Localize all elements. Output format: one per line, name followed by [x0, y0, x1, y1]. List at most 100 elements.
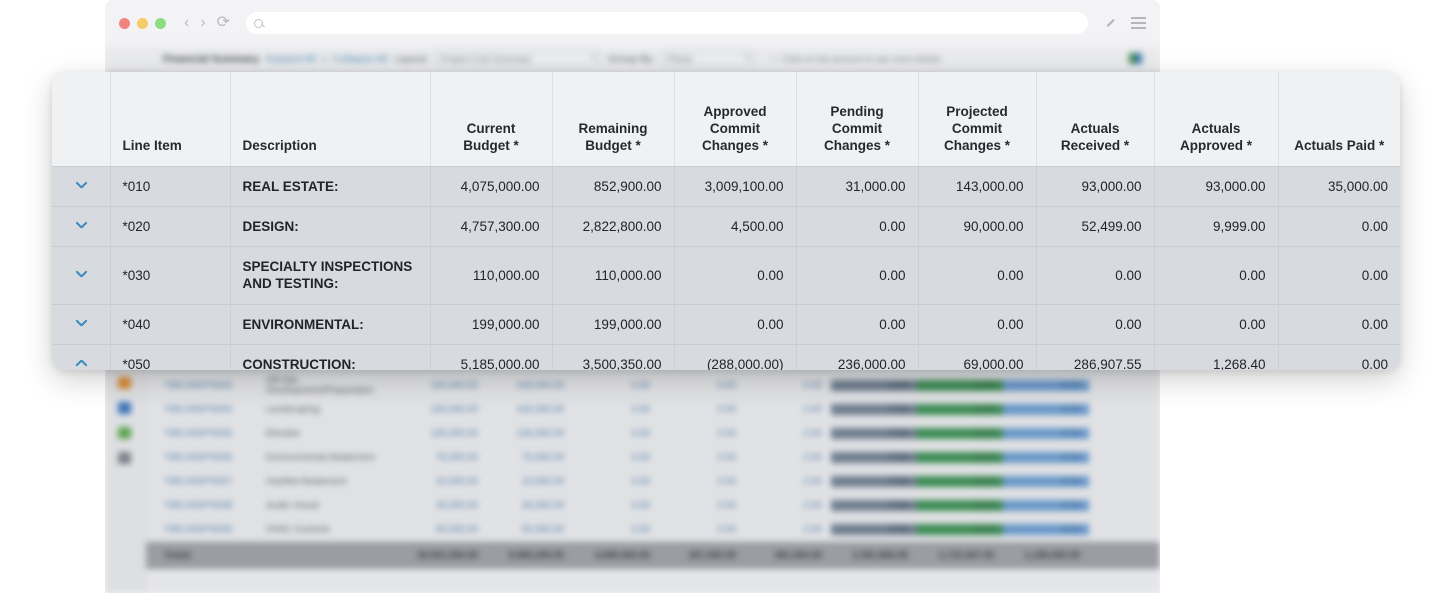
background-table-row: *050.0000*5007 HazMat Abatement 10,000.00 1… [146, 470, 1160, 494]
expand-all-link[interactable]: Expand All [266, 53, 316, 65]
cell-actuals-received[interactable]: 93,000.00 [1036, 166, 1155, 207]
table-row[interactable]: *010 REAL ESTATE: 4,075,000.00 852,900.00 3,… [52, 166, 1400, 207]
cell-approved-commit-changes[interactable]: 0.00 [674, 304, 797, 345]
layout-label: Layout: [394, 52, 429, 65]
row-expander-cell[interactable] [52, 304, 111, 345]
cell-pending-commit-changes[interactable]: 0.00 [796, 246, 919, 305]
cell-pending-commit-changes[interactable]: 0.00 [796, 206, 919, 248]
cell-current-budget[interactable]: 110,000.00 [430, 246, 553, 305]
column-header-approved-commit-changes[interactable]: Approved Commit Changes * [674, 72, 797, 167]
browser-chrome: ‹ › ⟳ [105, 0, 1160, 46]
cell-actuals-approved[interactable]: 93,000.00 [1154, 166, 1279, 207]
chevron-up-icon[interactable] [75, 357, 87, 369]
chevron-down-icon[interactable] [75, 317, 87, 329]
cell-actuals-approved[interactable]: 9,999.00 [1154, 206, 1279, 248]
cell-pending-commit-changes[interactable]: 236,000.00 [796, 344, 919, 370]
cell-current-budget[interactable]: 4,075,000.00 [430, 166, 553, 207]
chevron-down-icon[interactable] [75, 268, 87, 280]
sidebar-icon-2[interactable] [118, 377, 131, 389]
row-expander-cell[interactable] [52, 206, 111, 248]
background-totals-row: Totals 26,531,300.00 9,585,250.00 4,699,400… [146, 542, 1160, 569]
cell-projected-commit-changes[interactable]: 143,000.00 [918, 166, 1037, 207]
cell-actuals-received[interactable]: 0.00 [1036, 246, 1155, 305]
cell-projected-commit-changes[interactable]: 69,000.00 [918, 344, 1037, 370]
back-icon[interactable]: ‹ [184, 15, 189, 31]
column-header-actuals-received[interactable]: Actuals Received * [1036, 72, 1155, 167]
collapse-all-link[interactable]: Collapse All [333, 53, 388, 65]
row-expander-cell[interactable] [52, 166, 111, 207]
cell-description: SPECIALTY INSPECTIONS AND TESTING: [230, 246, 431, 305]
column-header-line-item[interactable]: Line Item [110, 72, 231, 167]
address-bar[interactable] [246, 12, 1088, 34]
table-row[interactable]: *050 CONSTRUCTION: 5,185,000.00 3,500,350.0… [52, 344, 1400, 370]
column-header-pending-commit-changes[interactable]: Pending Commit Changes * [796, 72, 919, 167]
background-table-row: *050.0000*5004 Landscaping 100,000.00 100,0… [146, 398, 1160, 422]
cell-actuals-paid[interactable]: 0.00 [1278, 206, 1400, 248]
sidebar-icon-3[interactable] [118, 402, 131, 414]
column-header-current-budget[interactable]: Current Budget * [430, 72, 553, 167]
cell-actuals-approved[interactable]: 0.00 [1154, 304, 1279, 345]
group-by-label: Group By: [607, 52, 656, 65]
maximize-window-icon[interactable] [155, 17, 166, 29]
cell-approved-commit-changes[interactable]: 0.00 [674, 246, 797, 305]
sidebar-icon-4[interactable] [118, 427, 131, 439]
export-excel-icon[interactable] [1129, 53, 1142, 64]
cell-actuals-received[interactable]: 52,499.00 [1036, 206, 1155, 248]
cell-remaining-budget[interactable]: 199,000.00 [552, 304, 675, 345]
cell-projected-commit-changes[interactable]: 90,000.00 [918, 206, 1037, 248]
table-row[interactable]: *020 DESIGN: 4,757,300.00 2,822,800.00 4,500… [52, 206, 1400, 248]
cell-actuals-received[interactable]: 286,907.55 [1036, 344, 1155, 370]
screenshot-root: ‹ › ⟳ Financial Summary Expand All | Col… [0, 0, 1452, 601]
cell-approved-commit-changes[interactable]: 3,009,100.00 [674, 166, 797, 207]
cell-actuals-paid[interactable]: 0.00 [1278, 344, 1400, 370]
navigation-buttons[interactable]: ‹ › ⟳ [184, 15, 230, 31]
cell-remaining-budget[interactable]: 2,822,800.00 [552, 206, 675, 248]
amount-hint-text: * - Click on the amount to see more deta… [771, 53, 941, 64]
cell-actuals-paid[interactable]: 0.00 [1278, 246, 1400, 305]
cell-pending-commit-changes[interactable]: 0.00 [796, 304, 919, 345]
cell-pending-commit-changes[interactable]: 31,000.00 [796, 166, 919, 207]
sidebar-icon-5[interactable] [118, 452, 131, 464]
chrome-right-controls[interactable] [1104, 16, 1146, 30]
cell-projected-commit-changes[interactable]: 0.00 [918, 304, 1037, 345]
close-window-icon[interactable] [119, 17, 130, 29]
minimize-window-icon[interactable] [137, 17, 148, 29]
cell-actuals-received[interactable]: 0.00 [1036, 304, 1155, 345]
cell-actuals-approved[interactable]: 1,268.40 [1154, 344, 1279, 370]
window-controls[interactable] [119, 17, 166, 29]
cell-current-budget[interactable]: 199,000.00 [430, 304, 553, 345]
cell-line-item: *040 [110, 304, 231, 345]
cell-remaining-budget[interactable]: 110,000.00 [552, 246, 675, 305]
column-header-projected-commit-changes[interactable]: Projected Commit Changes * [918, 72, 1037, 167]
table-header-row: Line Item Description Current Budget * Re… [52, 72, 1400, 167]
row-expander-cell[interactable] [52, 344, 111, 370]
cell-line-item: *030 [110, 246, 231, 305]
background-table-row: *050.0000*5008 Audio Visual 25,000.00 25,00… [146, 494, 1160, 518]
cell-actuals-paid[interactable]: 35,000.00 [1278, 166, 1400, 207]
column-header-actuals-approved[interactable]: Actuals Approved * [1154, 72, 1279, 167]
reload-icon[interactable]: ⟳ [217, 15, 230, 31]
background-table-row: *050.0000*5005 Elevator 125,000.00 125,000.… [146, 422, 1160, 446]
chevron-down-icon[interactable] [75, 219, 87, 231]
menu-icon[interactable] [1131, 17, 1146, 29]
cell-approved-commit-changes[interactable]: (288,000.00) [674, 344, 797, 370]
table-row[interactable]: *040 ENVIRONMENTAL: 199,000.00 199,000.00 0.… [52, 304, 1400, 345]
column-header-remaining-budget[interactable]: Remaining Budget * [552, 72, 675, 167]
cell-current-budget[interactable]: 5,185,000.00 [430, 344, 553, 370]
cell-actuals-approved[interactable]: 0.00 [1154, 246, 1279, 305]
cell-remaining-budget[interactable]: 852,900.00 [552, 166, 675, 207]
forward-icon[interactable]: › [200, 15, 205, 31]
cell-remaining-budget[interactable]: 3,500,350.00 [552, 344, 675, 370]
cell-approved-commit-changes[interactable]: 4,500.00 [674, 206, 797, 248]
layout-select[interactable]: Project Cost Summary [435, 51, 601, 66]
row-expander-cell[interactable] [52, 246, 111, 305]
column-header-actuals-paid[interactable]: Actuals Paid * [1278, 72, 1400, 167]
expand-icon[interactable] [1104, 16, 1118, 30]
group-by-select[interactable]: Phase [662, 51, 755, 66]
chevron-down-icon[interactable] [75, 179, 87, 191]
table-row[interactable]: *030 SPECIALTY INSPECTIONS AND TESTING: 11… [52, 246, 1400, 305]
column-header-description[interactable]: Description [230, 72, 431, 167]
cell-actuals-paid[interactable]: 0.00 [1278, 304, 1400, 345]
cell-current-budget[interactable]: 4,757,300.00 [430, 206, 553, 248]
cell-projected-commit-changes[interactable]: 0.00 [918, 246, 1037, 305]
